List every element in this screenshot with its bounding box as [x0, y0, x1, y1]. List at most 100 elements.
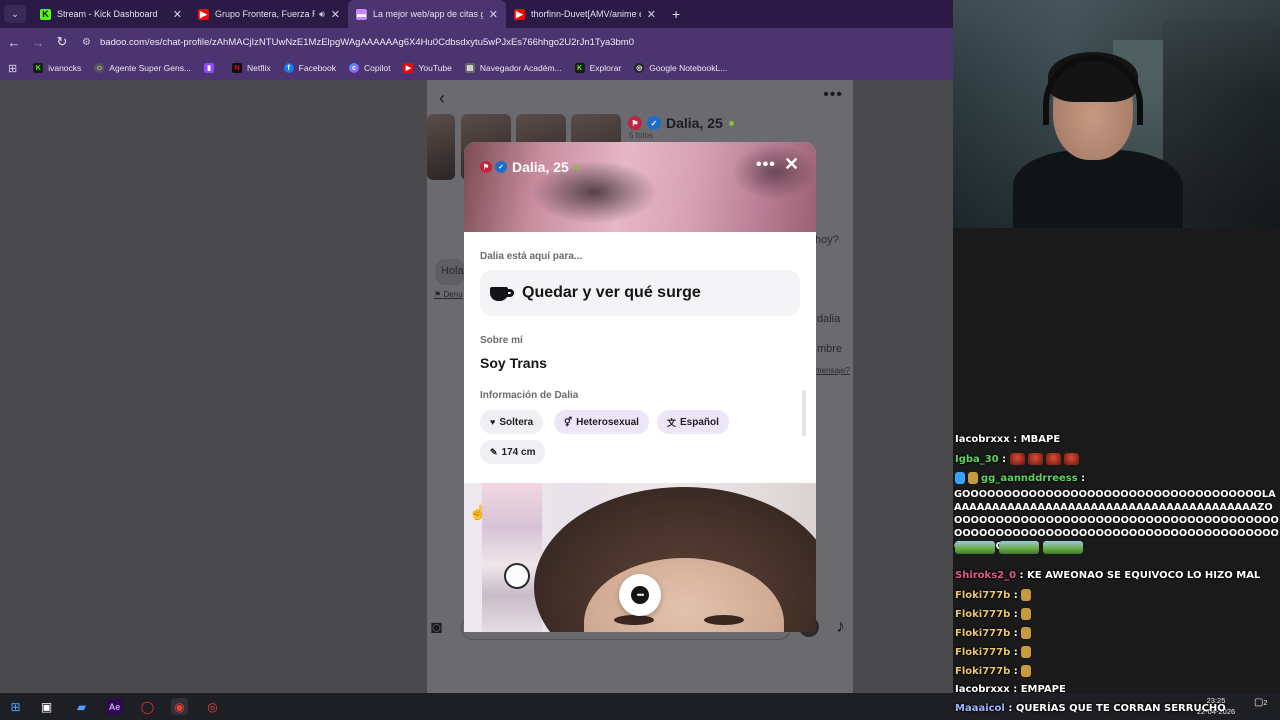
- bookmark-ivanocks[interactable]: Kivanocks: [33, 63, 81, 73]
- bookmark-icon: ▤: [464, 63, 475, 73]
- notebooklm-icon: ◎: [634, 63, 645, 73]
- start-chat-button[interactable]: •••: [619, 574, 661, 616]
- close-icon[interactable]: ✕: [173, 8, 182, 21]
- bookmark-netflix[interactable]: N Netflix: [232, 63, 271, 73]
- chat-message: gg_aannddrreess :: [955, 472, 1085, 484]
- chip-relationship: ♥ Soltera: [480, 410, 544, 434]
- tab-search-chevron-icon[interactable]: ⌄: [4, 5, 26, 23]
- forward-icon[interactable]: →: [26, 35, 50, 50]
- reload-icon[interactable]: ↻: [50, 34, 74, 50]
- photo-count: 5 fotos: [629, 131, 654, 140]
- safety-shield-icon: ⚑: [480, 161, 492, 173]
- profile-modal: ⚑ ✓ Dalia, 25 ••• ✕ Dalia está aquí para…: [464, 142, 816, 632]
- chat-message: Floki777b :: [955, 589, 1034, 601]
- tab-kick-dashboard[interactable]: K Stream - Kick Dashboard ✕: [32, 0, 190, 28]
- kick-icon: K: [33, 63, 44, 73]
- windows-start-icon[interactable]: ⊞: [7, 698, 24, 715]
- url-field[interactable]: ⚙ badoo.com/es/chat-profile/zAhMACjIzNTU…: [82, 31, 953, 53]
- new-tab-icon[interactable]: +: [672, 6, 680, 22]
- screen: ⌄ K Stream - Kick Dashboard ✕ ▶ Grupo Fr…: [0, 0, 1280, 720]
- close-icon[interactable]: ✕: [784, 154, 799, 175]
- profile-header-name[interactable]: ⚑ ✓ Dalia, 25: [628, 115, 734, 131]
- chat-message: Iacobrxxx : MBAPE: [955, 434, 1061, 445]
- file-explorer-icon[interactable]: ▰: [73, 698, 90, 715]
- tab-grupo-frontera[interactable]: ▶ Grupo Frontera, Fuerza Reg 🔊︎ ✕: [190, 0, 348, 28]
- eyebrow: [614, 615, 654, 625]
- bookmark-twitch[interactable]: ▮: [204, 63, 219, 73]
- chip-orientation: ⚥ Heterosexual: [554, 410, 649, 434]
- agent-icon: ☺: [94, 63, 105, 73]
- chat-bubble-icon: •••: [631, 586, 649, 604]
- bookmark-youtube[interactable]: ▶ YouTube: [403, 63, 452, 73]
- verified-badge-icon: ✓: [495, 161, 507, 173]
- chat-message: Floki777b :: [955, 646, 1034, 658]
- twitch-icon: ▮: [204, 63, 215, 73]
- badge-icon: [955, 472, 965, 484]
- chat-emotes-row: [955, 541, 1087, 554]
- message-bubble: mbre: [817, 343, 843, 355]
- speaker-icon[interactable]: 🔊︎: [319, 9, 325, 20]
- back-icon[interactable]: ←: [2, 35, 26, 50]
- url-text: badoo.com/es/chat-profile/zAhMACjIzNTUwN…: [100, 36, 635, 48]
- emote-icon: [1009, 453, 1025, 465]
- task-view-icon[interactable]: ▣: [38, 698, 55, 715]
- bookmark-navegador[interactable]: ▤ Navegador Académ...: [464, 63, 562, 73]
- camera-icon[interactable]: ◙: [431, 617, 442, 638]
- emote-icon: [1045, 453, 1061, 465]
- bookmark-explorar[interactable]: K Explorar: [574, 63, 621, 73]
- hands-emote-icon: [1021, 665, 1032, 677]
- safety-shield-icon: ⚑: [628, 116, 642, 130]
- close-icon[interactable]: ✕: [489, 8, 498, 21]
- kick-icon: K: [40, 8, 51, 20]
- more-options-icon[interactable]: •••: [823, 86, 843, 104]
- youtube-icon: ▶: [198, 8, 209, 20]
- bookmark-copilot[interactable]: c Copilot: [349, 63, 390, 73]
- message-bubble: Hola: [435, 259, 465, 285]
- modal-scrollbar[interactable]: [802, 390, 806, 436]
- more-options-icon[interactable]: •••: [756, 156, 776, 174]
- about-text: Soy Trans: [480, 355, 547, 371]
- chevron-left-icon[interactable]: ‹: [439, 88, 445, 109]
- streamer-body: [1013, 150, 1183, 228]
- about-label: Sobre mí: [480, 335, 523, 346]
- microphone-icon[interactable]: ♪: [836, 616, 845, 637]
- copilot-icon: c: [349, 63, 360, 73]
- youtube-icon: ▶: [403, 63, 414, 73]
- obs-icon[interactable]: ◎: [204, 698, 221, 715]
- tab-thorfinn[interactable]: ▶ thorfinn-Duvet[AMV/anime ed ✕: [506, 0, 664, 28]
- bookmark-facebook[interactable]: f Facebook: [283, 63, 336, 73]
- site-info-icon[interactable]: ⚙: [82, 37, 96, 48]
- badoo-icon: ▬: [356, 8, 367, 20]
- close-icon[interactable]: ✕: [647, 8, 656, 21]
- after-effects-icon[interactable]: Ae: [106, 698, 123, 715]
- system-clock[interactable]: 23:25 22-04-2026: [1196, 695, 1236, 717]
- tab-badoo[interactable]: ▬ La mejor web/app de citas grat ✕: [348, 0, 506, 28]
- chat-message: Shiroks2_0 : KE AWEONAO SE EQUIVOCO LO H…: [955, 570, 1261, 581]
- intent-card: Quedar y ver qué surge: [480, 270, 800, 316]
- background-shelf: [482, 483, 542, 632]
- report-link[interactable]: ⚑ Denu: [434, 290, 463, 299]
- chrome-icon[interactable]: ◉: [171, 698, 188, 715]
- chat-message: Floki777b :: [955, 608, 1034, 620]
- orientation-icon: ⚥: [564, 416, 573, 427]
- emote-icon: [1063, 453, 1079, 465]
- bookmark-notebooklm[interactable]: ◎ Google NotebookL...: [634, 63, 727, 73]
- here-for-label: Dalia está aquí para...: [480, 251, 583, 262]
- bookmark-agente[interactable]: ☺ Agente Super Gens...: [94, 63, 191, 73]
- hand-cursor-icon: ☝: [469, 504, 487, 520]
- address-bar: ← → ↻ ⚙ badoo.com/es/chat-profile/zAhMAC…: [0, 28, 953, 56]
- ruler-icon: ✎: [490, 446, 498, 457]
- facebook-icon: f: [283, 63, 294, 73]
- opera-icon[interactable]: ◯: [139, 698, 156, 715]
- close-icon[interactable]: ✕: [331, 8, 340, 21]
- hands-emote-icon: [1021, 627, 1032, 639]
- emote-icon: [1043, 541, 1083, 554]
- eyebrow: [704, 615, 744, 625]
- verified-badge-icon: ✓: [647, 116, 661, 130]
- profile-thumbnail[interactable]: [427, 114, 455, 180]
- message-link[interactable]: mensaje?: [815, 366, 850, 375]
- apps-grid-icon[interactable]: ⊞: [8, 62, 17, 75]
- badge-icon: [968, 472, 978, 484]
- notification-icon[interactable]: ▢2: [1254, 697, 1267, 708]
- profile-photo-second: •••: [464, 483, 816, 632]
